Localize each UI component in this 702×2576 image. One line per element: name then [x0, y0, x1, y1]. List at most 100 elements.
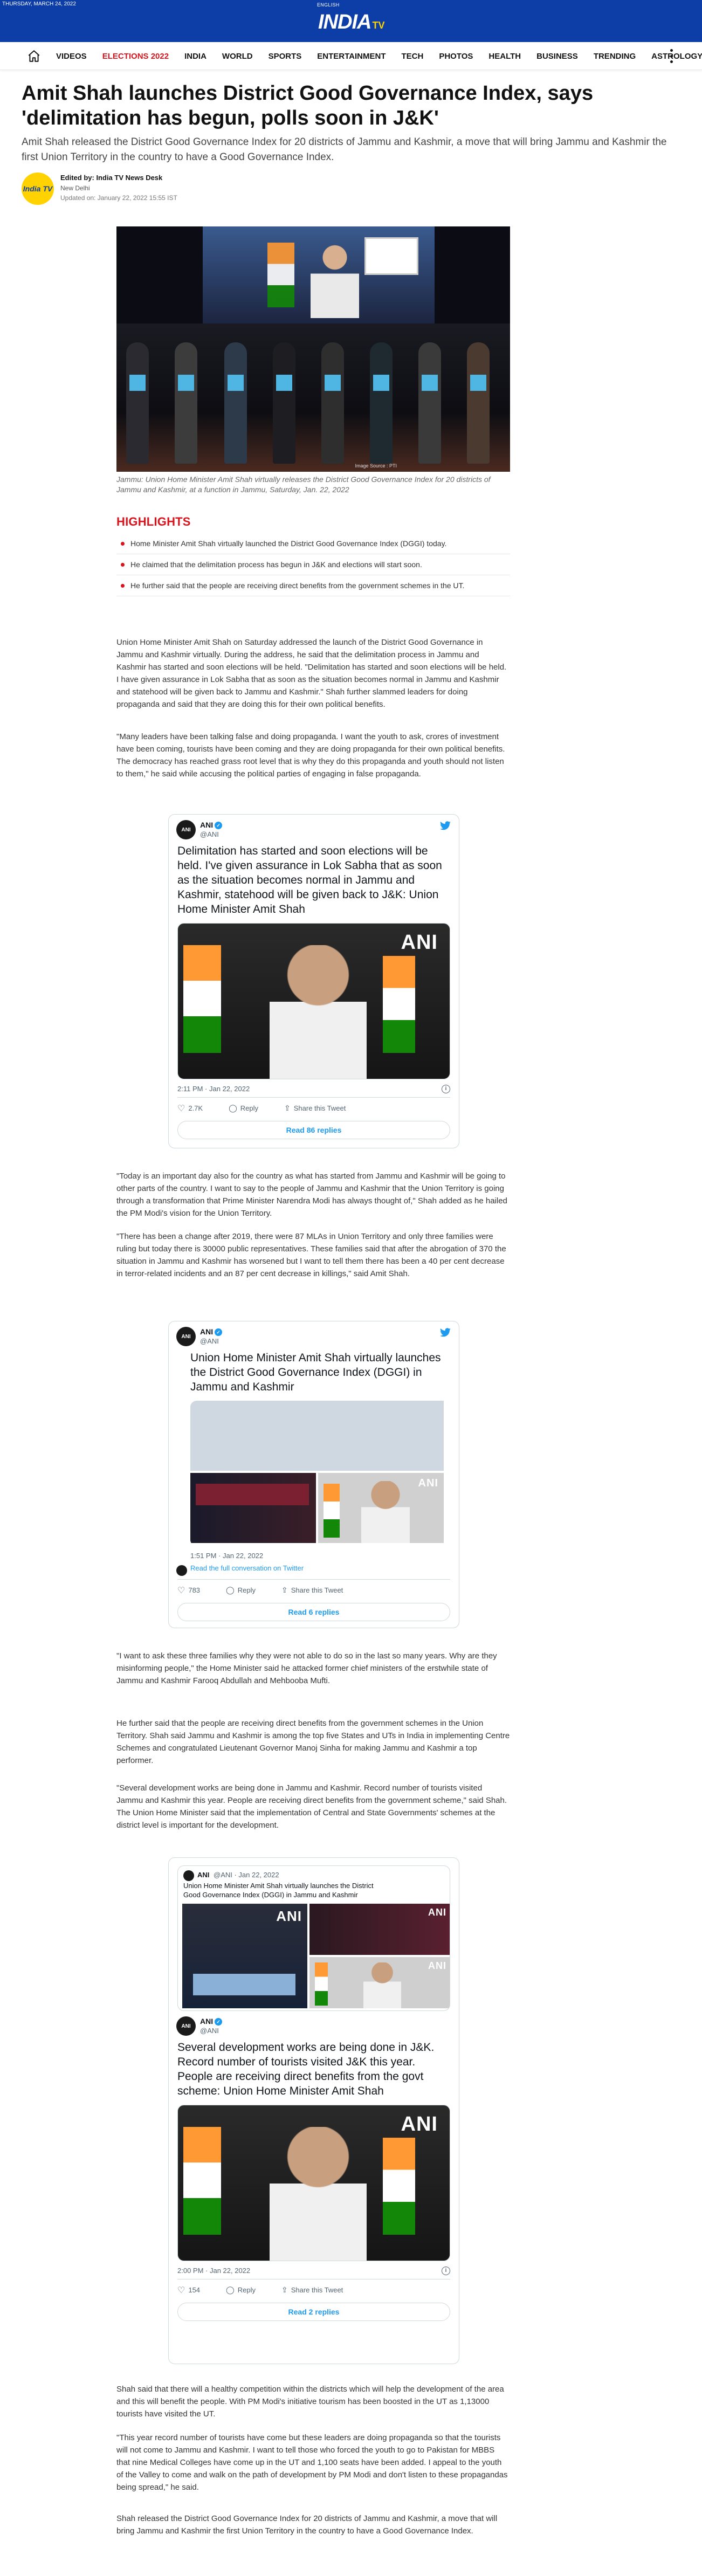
nav-item-photos[interactable]: PHOTOS: [439, 52, 473, 61]
like-count: 154: [188, 2286, 201, 2294]
tweet-header: ANI ANI ✓ @ANI: [169, 1321, 459, 1349]
reply-label: Reply: [237, 2286, 256, 2294]
tweet-actions: ♡ 2.7K ◯ Reply ⇪ Share this Tweet: [177, 1097, 450, 1119]
nav-item-tech[interactable]: TECH: [401, 52, 423, 61]
dateline-city: New Delhi: [60, 184, 90, 192]
site-logo[interactable]: INDIA TV: [318, 11, 384, 35]
share-button[interactable]: ⇪ Share this Tweet: [284, 1104, 359, 1113]
nav-item-india[interactable]: INDIA: [184, 52, 207, 61]
read-replies-link[interactable]: Read 6 replies: [177, 1603, 450, 1621]
more-menu-icon[interactable]: [669, 49, 674, 63]
read-replies-link[interactable]: Read 2 replies: [177, 2303, 450, 2321]
tweet-timestamp[interactable]: 2:11 PM · Jan 22, 2022 i: [169, 1079, 459, 1097]
tweet-text: Several development works are being done…: [177, 2041, 435, 2097]
quoted-tweet[interactable]: ANI @ANI · Jan 22, 2022 Union Home Minis…: [177, 1865, 450, 2011]
nav-item-business[interactable]: BUSINESS: [536, 52, 578, 61]
verified-badge-icon: ✓: [215, 2018, 223, 2026]
reply-button[interactable]: ◯ Reply: [226, 1586, 269, 1595]
share-button[interactable]: ⇪ Share this Tweet: [281, 1586, 356, 1595]
reply-button[interactable]: ◯ Reply: [226, 2285, 269, 2295]
tweet-author-handle[interactable]: @ANI: [200, 2027, 219, 2035]
read-replies-link[interactable]: Read 86 replies: [177, 1121, 450, 1139]
nav-item-trending[interactable]: TRENDING: [594, 52, 636, 61]
index-booklet: [325, 375, 341, 391]
tweet-video[interactable]: ANI: [177, 923, 450, 1079]
quoted-author-handle: @ANI · Jan 22, 2022: [214, 1871, 279, 1879]
tweet-author-handle[interactable]: @ANI: [200, 830, 219, 838]
nav-item-videos[interactable]: VIDEOS: [56, 52, 87, 61]
logo-text: INDIA: [318, 11, 371, 33]
tweet-text: Union Home Minister Amit Shah virtually …: [190, 1352, 441, 1393]
share-label: Share this Tweet: [293, 1104, 346, 1112]
nav-item-astrology[interactable]: ASTROLOGY: [651, 52, 702, 61]
tweet-author-handle[interactable]: @ANI: [200, 1337, 219, 1345]
tweet-author-avatar[interactable]: ANI: [176, 820, 196, 839]
conversation-link-text: Read the full conversation on Twitter: [190, 1564, 304, 1572]
reply-button[interactable]: ◯ Reply: [229, 1104, 271, 1113]
highlights-title: HIGHLIGHTS: [116, 515, 191, 528]
reply-label: Reply: [237, 1586, 256, 1594]
tweet-author-name[interactable]: ANI ✓: [200, 1327, 223, 1337]
tweet-author-avatar[interactable]: ANI: [176, 2016, 196, 2036]
twitter-bird-icon[interactable]: [439, 1328, 451, 1338]
media-placeholder: [190, 1401, 444, 1471]
info-icon[interactable]: i: [442, 2267, 450, 2275]
tweet-text: Delimitation has started and soon electi…: [177, 845, 442, 915]
dignitary-figure: [175, 342, 197, 464]
like-button[interactable]: ♡ 2.7K: [177, 1103, 216, 1114]
index-booklet: [228, 375, 244, 391]
index-booklet: [422, 375, 438, 391]
like-button[interactable]: ♡ 154: [177, 2285, 213, 2296]
article-paragraph: He further said that the people are rece…: [116, 1719, 510, 1765]
author-avatar: India TV: [22, 173, 54, 205]
article-paragraph: Shah released the District Good Governan…: [116, 2514, 498, 2536]
tweet-video[interactable]: ANI: [177, 2105, 450, 2261]
nav-item-entertainment[interactable]: ENTERTAINMENT: [317, 52, 386, 61]
article-paragraph: "There has been a change after 2019, the…: [116, 1232, 506, 1278]
tweet-header: ANI ANI ✓ @ANI: [169, 815, 459, 843]
reply-icon: ◯: [226, 1586, 235, 1594]
tweet-author-name[interactable]: ANI ✓: [200, 2017, 223, 2026]
share-label: Share this Tweet: [291, 2286, 343, 2294]
editor-name[interactable]: Edited by: India TV News Desk: [60, 174, 162, 182]
share-icon: ⇪: [284, 1104, 291, 1112]
image-credit: Image Source : PTI: [355, 463, 397, 469]
tweet-author-name[interactable]: ANI ✓: [200, 821, 223, 830]
like-button[interactable]: ♡ 783: [177, 1585, 213, 1596]
hero-image: Image Source : PTI: [116, 226, 510, 472]
speaker-figure: [361, 1481, 410, 1543]
nav-item-health[interactable]: HEALTH: [488, 52, 521, 61]
language-switch[interactable]: ENGLISH: [317, 2, 340, 8]
info-icon[interactable]: i: [442, 1085, 450, 1093]
stage-banner: [193, 1974, 295, 1995]
home-icon[interactable]: [27, 49, 41, 63]
heart-icon: ♡: [177, 2285, 185, 2295]
read-conversation-link[interactable]: Read the full conversation on Twitter: [169, 1564, 459, 1579]
tweet-media-grid[interactable]: ANI: [190, 1401, 450, 1546]
verified-badge-icon: ✓: [215, 1328, 223, 1337]
media-thumbnail: ANI: [309, 1957, 450, 2008]
verified-badge-icon: ✓: [215, 822, 223, 830]
main-navigation: VIDEOS ELECTIONS 2022 INDIA WORLD SPORTS…: [0, 42, 702, 70]
nav-item-elections[interactable]: ELECTIONS 2022: [102, 52, 169, 61]
tweet-timestamp[interactable]: 1:51 PM · Jan 22, 2022: [169, 1546, 459, 1564]
embedded-tweet: ANI @ANI · Jan 22, 2022 Union Home Minis…: [168, 1857, 459, 2364]
share-button[interactable]: ⇪ Share this Tweet: [281, 2285, 356, 2295]
nav-item-sports[interactable]: SPORTS: [269, 52, 302, 61]
dignitary-figure: [224, 342, 247, 464]
updated-timestamp: Updated on: January 22, 2022 15:55 IST: [60, 194, 177, 202]
tweet-author-label: ANI: [200, 1327, 214, 1336]
ani-watermark: ANI: [428, 1907, 446, 1918]
nav-item-world[interactable]: WORLD: [222, 52, 253, 61]
article-summary: Amit Shah released the District Good Gov…: [22, 136, 667, 163]
twitter-bird-icon[interactable]: [439, 821, 451, 831]
media-thumbnail[interactable]: [190, 1473, 316, 1543]
share-label: Share this Tweet: [291, 1586, 343, 1594]
dignitary-figure: [273, 342, 295, 464]
dignitary-figure: [467, 342, 490, 464]
tweet-author-avatar[interactable]: ANI: [176, 1327, 196, 1346]
flag-icon: [183, 2127, 221, 2235]
media-thumbnail[interactable]: ANI: [318, 1473, 444, 1543]
tweet-timestamp[interactable]: 2:00 PM · Jan 22, 2022 i: [169, 2261, 459, 2279]
dignitary-figure: [418, 342, 441, 464]
